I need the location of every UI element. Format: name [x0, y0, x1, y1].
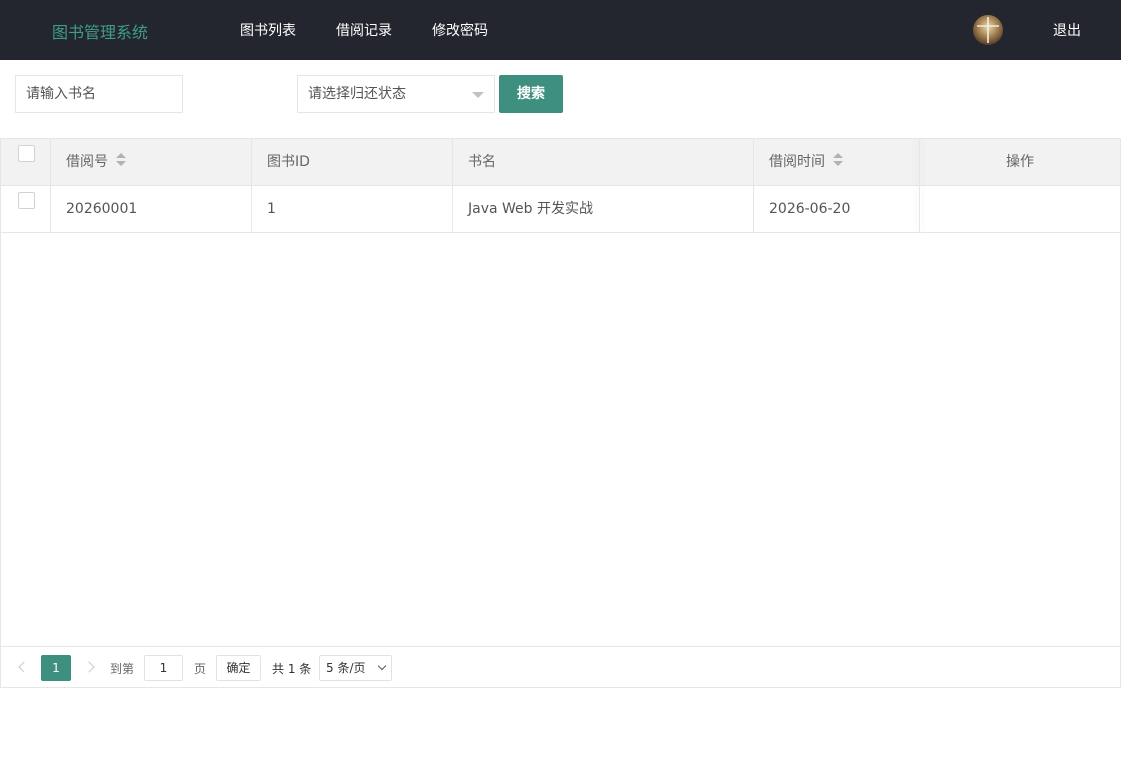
- table-row[interactable]: 20260001 1 Java Web 开发实战 2026-06-20: [1, 186, 1120, 233]
- nav-book-list[interactable]: 图书列表: [240, 20, 296, 40]
- column-label: 书名: [468, 154, 496, 170]
- app-logo[interactable]: 图书管理系统: [52, 19, 148, 43]
- column-label: 操作: [1006, 154, 1034, 170]
- column-header-title: 书名: [453, 139, 754, 185]
- cell-actions: [920, 186, 1120, 232]
- column-label: 借阅号: [66, 154, 108, 170]
- column-label: 图书ID: [267, 154, 310, 170]
- caret-down-icon: [472, 92, 484, 98]
- top-navbar: 图书管理系统 图书列表 借阅记录 修改密码 退出: [0, 0, 1121, 60]
- page-size-select[interactable]: 5 条/页: [319, 655, 392, 681]
- logout-link[interactable]: 退出: [1053, 20, 1081, 40]
- goto-page-input[interactable]: [144, 655, 183, 681]
- nav-borrow-records[interactable]: 借阅记录: [336, 20, 392, 40]
- column-header-borrow-no[interactable]: 借阅号: [51, 139, 252, 185]
- cell-borrow-no: 20260001: [51, 186, 252, 232]
- sort-icon[interactable]: [833, 153, 843, 167]
- cell-borrow-time: 2026-06-20: [754, 186, 920, 232]
- header-select-cell: [1, 139, 51, 185]
- row-select-cell: [1, 186, 51, 232]
- borrow-records-table: 借阅号 图书ID 书名 借阅时间 操作 20260001 1 Java Web …: [0, 138, 1121, 688]
- column-header-book-id: 图书ID: [252, 139, 453, 185]
- chevron-down-icon: [377, 661, 387, 671]
- next-page-icon[interactable]: [83, 661, 95, 673]
- fixed-column-shadow: [919, 139, 921, 233]
- book-name-search-input[interactable]: [15, 75, 183, 113]
- sort-icon[interactable]: [116, 153, 126, 167]
- total-count-label: 共 1 条: [272, 662, 312, 676]
- current-page-button[interactable]: 1: [41, 655, 71, 681]
- search-button[interactable]: 搜索: [499, 75, 563, 113]
- cell-title: Java Web 开发实战: [453, 186, 754, 232]
- prev-page-icon[interactable]: [18, 661, 30, 673]
- pagination: 1 到第 页 确定 共 1 条 5 条/页: [1, 646, 1120, 687]
- nav-change-password[interactable]: 修改密码: [432, 20, 488, 40]
- column-header-borrow-time[interactable]: 借阅时间: [754, 139, 920, 185]
- column-label: 借阅时间: [769, 154, 825, 170]
- page-size-value: 5 条/页: [326, 661, 366, 675]
- return-status-placeholder: 请选择归还状态: [308, 86, 406, 102]
- column-header-actions: 操作: [920, 139, 1120, 185]
- goto-suffix-label: 页: [194, 662, 207, 676]
- goto-prefix-label: 到第: [110, 662, 135, 676]
- return-status-select[interactable]: 请选择归还状态: [297, 75, 495, 113]
- row-checkbox[interactable]: [18, 192, 35, 209]
- table-header: 借阅号 图书ID 书名 借阅时间 操作: [1, 139, 1120, 186]
- cell-book-id: 1: [252, 186, 453, 232]
- user-avatar-icon[interactable]: [973, 15, 1003, 45]
- goto-confirm-button[interactable]: 确定: [216, 655, 261, 681]
- select-all-checkbox[interactable]: [18, 145, 35, 162]
